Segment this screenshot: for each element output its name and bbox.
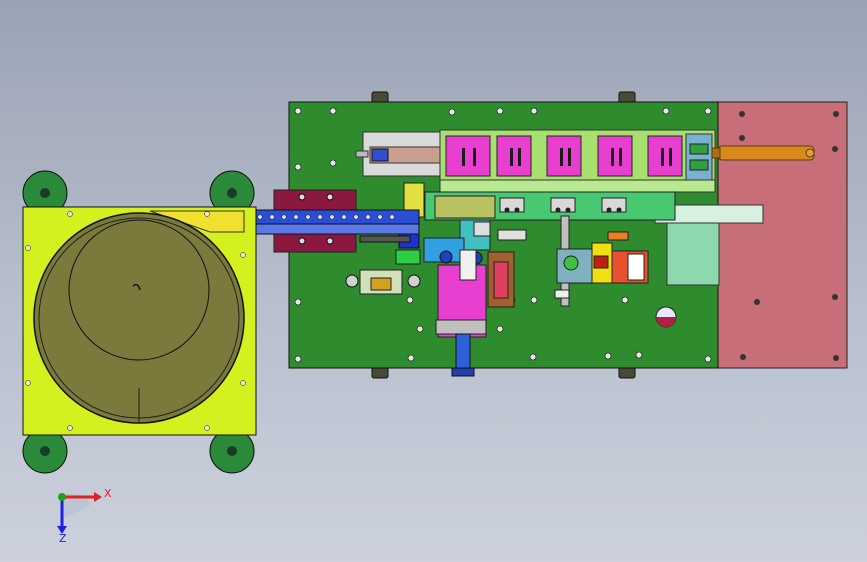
pressure-gauge	[655, 306, 677, 328]
coordinate-triad: X Z	[57, 487, 112, 545]
side-mounting-plate	[715, 101, 848, 369]
cad-viewport[interactable]: X Z	[0, 0, 867, 562]
fixture-block	[359, 269, 403, 295]
vibratory-bowl-feeder	[22, 170, 257, 474]
z-axis-label: Z	[59, 532, 67, 545]
x-axis-arrowhead	[94, 492, 102, 502]
y-axis-dot	[58, 493, 66, 501]
actuator-rod	[711, 145, 815, 161]
x-axis-label: X	[104, 487, 112, 500]
